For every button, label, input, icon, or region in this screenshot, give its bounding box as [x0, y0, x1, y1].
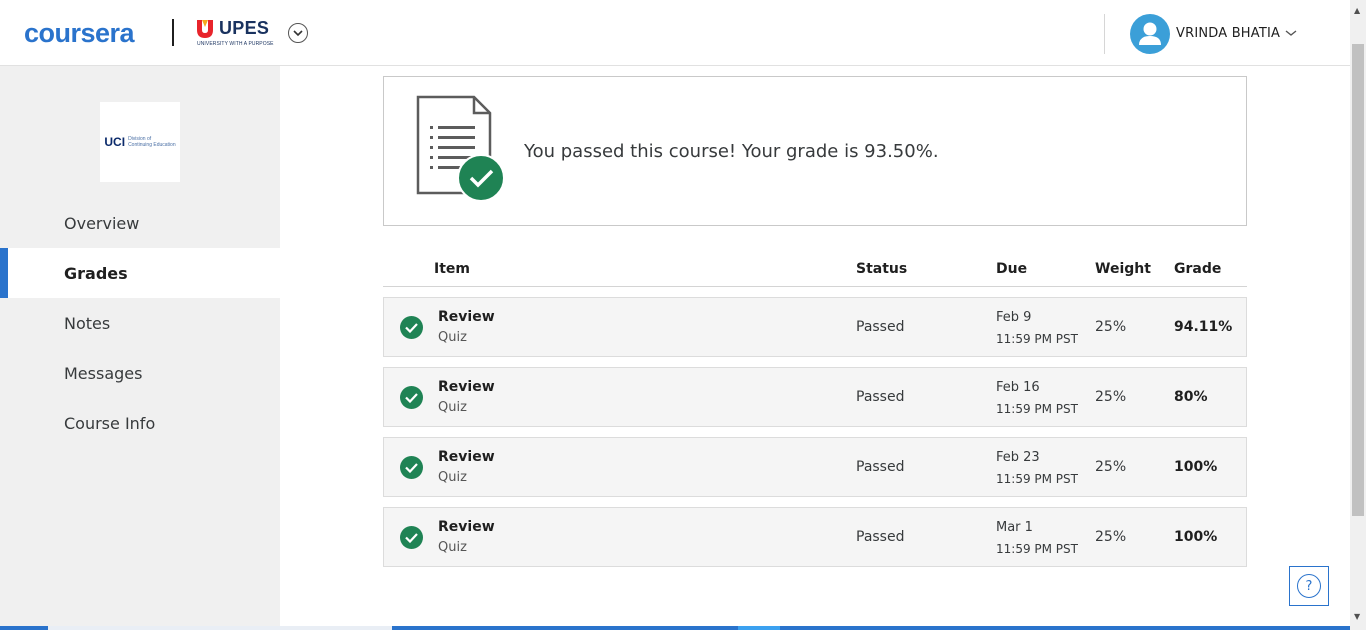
- coursera-logo[interactable]: coursera: [24, 18, 135, 49]
- column-header-due: Due: [996, 261, 1028, 277]
- sidebar-item-grades[interactable]: Grades: [0, 248, 280, 298]
- row-item-type: Quiz: [438, 330, 467, 345]
- header-divider: [1104, 14, 1105, 54]
- help-button[interactable]: ?: [1289, 566, 1329, 606]
- document-check-icon: [416, 95, 505, 202]
- bottom-strip-segment: [48, 626, 392, 630]
- top-header: coursera UPES UNIVERSITY WITH A PURPOSE …: [0, 0, 1350, 66]
- row-item-type: Quiz: [438, 400, 467, 415]
- uci-subtitle-line2: Continuing Education: [128, 142, 176, 148]
- row-due-date: Feb 9: [996, 310, 1032, 325]
- course-grade-message: You passed this course! Your grade is 93…: [524, 141, 939, 162]
- row-weight: 25%: [1095, 319, 1127, 335]
- row-grade: 100%: [1174, 529, 1218, 545]
- table-row[interactable]: Review Quiz Passed Feb 23 11:59 PM PST 2…: [383, 437, 1247, 497]
- table-row[interactable]: Review Quiz Passed Feb 9 11:59 PM PST 25…: [383, 297, 1247, 357]
- column-header-grade: Grade: [1174, 261, 1222, 277]
- row-grade: 94.11%: [1174, 319, 1233, 335]
- scrollbar-thumb[interactable]: [1352, 44, 1364, 516]
- table-row[interactable]: Review Quiz Passed Feb 16 11:59 PM PST 2…: [383, 367, 1247, 427]
- row-grade: 100%: [1174, 459, 1218, 475]
- row-due-date: Feb 23: [996, 450, 1040, 465]
- column-header-item: Item: [434, 261, 470, 277]
- uci-subtitle: Division of Continuing Education: [128, 136, 176, 148]
- sidebar-item-notes[interactable]: Notes: [0, 298, 280, 348]
- check-circle-icon: [400, 386, 423, 409]
- row-item-title[interactable]: Review: [438, 379, 495, 395]
- row-due-time: 11:59 PM PST: [996, 402, 1078, 416]
- row-item-type: Quiz: [438, 540, 467, 555]
- chevron-down-icon: [293, 29, 303, 36]
- grades-table-header: Item Status Due Weight Grade: [383, 258, 1247, 287]
- row-weight: 25%: [1095, 529, 1127, 545]
- course-passed-banner: You passed this course! Your grade is 93…: [383, 76, 1247, 226]
- bottom-strip: [0, 626, 1350, 630]
- row-status: Passed: [856, 319, 905, 335]
- course-sidebar: UCI Division of Continuing Education Ove…: [0, 66, 280, 630]
- row-due-time: 11:59 PM PST: [996, 472, 1078, 486]
- user-name[interactable]: VRINDA BHATIA: [1176, 26, 1280, 41]
- row-status: Passed: [856, 459, 905, 475]
- row-status: Passed: [856, 529, 905, 545]
- row-due-time: 11:59 PM PST: [996, 332, 1078, 346]
- upes-tagline: UNIVERSITY WITH A PURPOSE: [197, 41, 274, 47]
- uci-abbr: UCI: [104, 135, 126, 149]
- row-due-date: Feb 16: [996, 380, 1040, 395]
- row-weight: 25%: [1095, 389, 1127, 405]
- upes-wordmark: UPES: [219, 18, 270, 38]
- scroll-up-arrow-icon[interactable]: ▲: [1354, 6, 1360, 15]
- column-header-weight: Weight: [1095, 261, 1151, 277]
- row-item-title[interactable]: Review: [438, 449, 495, 465]
- check-circle-icon: [400, 316, 423, 339]
- row-item-title[interactable]: Review: [438, 309, 495, 325]
- upes-logo[interactable]: UPES UNIVERSITY WITH A PURPOSE: [196, 17, 276, 49]
- upes-mark-icon: [197, 20, 213, 38]
- uci-partner-logo: UCI Division of Continuing Education: [100, 102, 180, 182]
- row-item-title[interactable]: Review: [438, 519, 495, 535]
- row-grade: 80%: [1174, 389, 1208, 405]
- scroll-down-arrow-icon[interactable]: ▼: [1354, 612, 1360, 621]
- user-avatar-icon[interactable]: [1130, 14, 1170, 54]
- row-weight: 25%: [1095, 459, 1127, 475]
- check-circle-icon: [400, 526, 423, 549]
- program-switcher-button[interactable]: [288, 23, 308, 43]
- column-header-status: Status: [856, 261, 908, 277]
- row-item-type: Quiz: [438, 470, 467, 485]
- sidebar-item-course-info[interactable]: Course Info: [0, 398, 280, 448]
- table-row[interactable]: Review Quiz Passed Mar 1 11:59 PM PST 25…: [383, 507, 1247, 567]
- bottom-strip-segment: [738, 626, 780, 630]
- help-icon: ?: [1297, 574, 1321, 598]
- sidebar-item-overview[interactable]: Overview: [0, 198, 280, 248]
- logo-divider: [172, 19, 174, 46]
- row-due-time: 11:59 PM PST: [996, 542, 1078, 556]
- page-scrollbar[interactable]: ▲ ▼: [1350, 0, 1366, 630]
- sidebar-item-messages[interactable]: Messages: [0, 348, 280, 398]
- chevron-down-icon[interactable]: [1284, 28, 1298, 38]
- row-status: Passed: [856, 389, 905, 405]
- row-due-date: Mar 1: [996, 520, 1033, 535]
- check-circle-icon: [400, 456, 423, 479]
